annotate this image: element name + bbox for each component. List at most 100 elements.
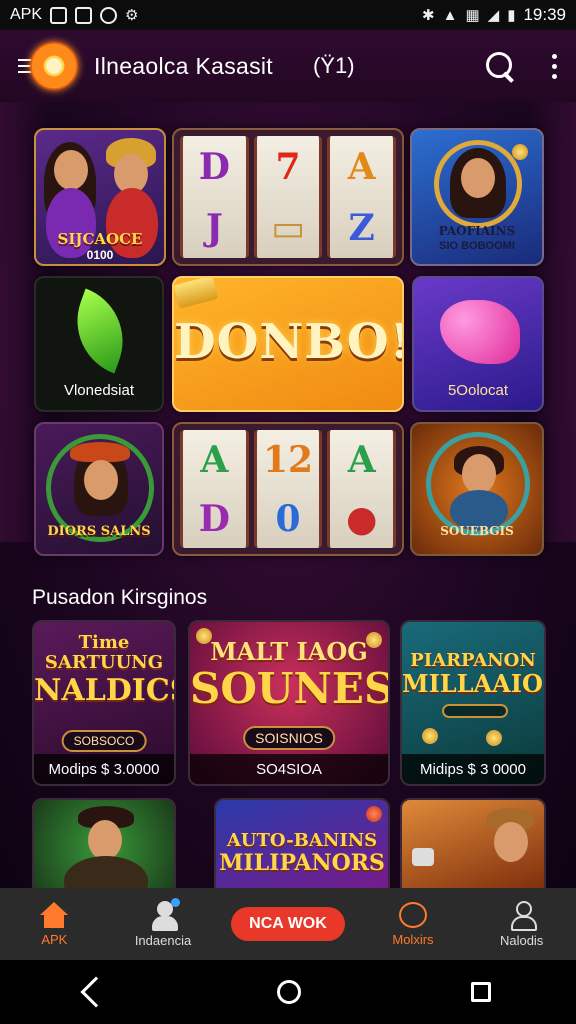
cta-button[interactable]: NCA WOK — [231, 907, 345, 941]
card-pill: SOISNIOS — [243, 726, 335, 750]
recents-icon[interactable] — [471, 982, 491, 1002]
reel-symbol: J — [205, 206, 223, 249]
card-footer: Modips $ 3.0000 — [34, 754, 174, 784]
game-card-millaaios[interactable]: PIARPANON MILLAAIOS Midips $ 3 0000 — [400, 620, 546, 786]
battery-icon: ▮ — [507, 7, 516, 24]
gold-bar-icon — [174, 278, 219, 309]
home-circle-icon[interactable] — [277, 980, 301, 1004]
card-footer-text: Midips $ 3 0000 — [420, 760, 526, 778]
game-tile-souebgis[interactable]: SOUEBGIS — [410, 422, 544, 556]
more-options-icon[interactable] — [552, 53, 558, 79]
nav-notify-label: Indaencia — [134, 932, 192, 948]
reel-symbol: ▭ — [271, 206, 306, 249]
slot-reels: D J 7 ▭ A Z — [180, 136, 397, 258]
tile-caption: PAOFIAINS — [438, 224, 516, 238]
slot-reels: A D 12 0 A ● — [180, 430, 397, 548]
game-tile-slot-reels-top[interactable]: D J 7 ▭ A Z — [172, 128, 404, 266]
back-icon[interactable] — [80, 976, 112, 1008]
card-slider-decor — [442, 704, 508, 718]
tile-caption: 5Oolocat — [447, 382, 509, 399]
nav-item-chat[interactable]: Molxirs — [359, 901, 468, 947]
android-icon: ⚙ — [125, 7, 139, 24]
game-tile-5oolocat[interactable]: 5Oolocat — [412, 276, 544, 412]
coin-icon — [422, 728, 438, 744]
game-card-milipanors[interactable]: AUTO-BANINS MILIPANORS — [214, 798, 390, 888]
app-logo[interactable] — [30, 42, 78, 90]
character-face — [54, 150, 88, 190]
bottom-nav: APK Indaencia NCA WOK Molxirs Nalodis — [0, 888, 576, 960]
profile-icon — [509, 900, 537, 931]
nav-profile-label: Nalodis — [499, 932, 544, 948]
card-footer: Midips $ 3 0000 — [402, 754, 544, 784]
status-bar: APK ⚙ ✱ ▲ ▦ ◢ ▮ 19:39 — [0, 0, 576, 30]
app-bar: Ilneaolca Kasasit (Ÿ1) — [0, 30, 576, 102]
tile-subcaption: SIO BOBOOMI — [439, 240, 515, 252]
card-footer-text: SO4SIOA — [256, 760, 322, 778]
character-face — [462, 454, 496, 494]
section-title: Pusadon Kirsginos — [32, 586, 208, 609]
character-face — [88, 820, 122, 860]
character-face — [494, 822, 528, 862]
game-tile-vlonedsiat[interactable]: Vlonedsiat — [34, 276, 164, 412]
nav-chat-label: Molxirs — [392, 931, 434, 947]
card-title-small: PIARPANON — [410, 650, 536, 671]
reel-symbol: 7 — [275, 145, 301, 188]
game-card-naldics[interactable]: Time SARTUUNG NALDICS SOBSOCO Modips $ 3… — [32, 620, 176, 786]
reel-symbol: D — [198, 497, 230, 540]
reel-symbol: A — [347, 438, 376, 481]
status-apk-label: APK — [10, 6, 43, 23]
slot-reel: 12 0 — [253, 430, 323, 548]
game-card-sounes[interactable]: MALT IAOG SOUNES SOISNIOS SO4SIOA — [188, 620, 390, 786]
nav-item-home[interactable]: APK — [0, 901, 109, 947]
status-time: 19:39 — [523, 5, 566, 24]
character-body — [64, 856, 148, 888]
game-tile-slot-reels-bottom[interactable]: A D 12 0 A ● — [172, 422, 404, 556]
nav-home-label: APK — [41, 931, 68, 947]
reel-symbol: ● — [345, 497, 378, 540]
game-card-character-2[interactable] — [400, 798, 546, 888]
search-icon[interactable] — [484, 50, 516, 82]
game-tile-paofiains[interactable]: PAOFIAINS SIO BOBOOMI — [410, 128, 544, 266]
slot-reel: A D — [180, 430, 249, 548]
card-footer: SO4SIOA — [190, 754, 388, 784]
card-title-small: AUTO-BANINS — [226, 830, 378, 851]
reel-symbol: 0 — [275, 497, 301, 540]
character-face — [461, 158, 495, 198]
reel-symbol: D — [198, 145, 230, 188]
tile-caption: DIORS SALNS — [47, 524, 151, 539]
card-title-big: MILLAAIOS — [402, 669, 546, 698]
card-footer-text: Modips $ 3.0000 — [48, 760, 160, 778]
nav-item-notifications[interactable]: Indaencia — [109, 897, 218, 948]
game-tile-sijcaoce[interactable]: SIJCAOCE 0100 — [34, 128, 166, 266]
character-face — [84, 460, 118, 500]
nav-item-cta[interactable]: NCA WOK — [217, 907, 358, 941]
green-leaf-icon — [61, 288, 139, 374]
vibrate-icon: ▦ — [465, 7, 480, 24]
game-card-character-1[interactable] — [32, 798, 176, 888]
card-title-small: MALT IAOG — [210, 637, 368, 666]
game-tile-diors-salns[interactable]: DIORS SALNS — [34, 422, 164, 556]
main-content: SIJCAOCE 0100 D J 7 ▭ A Z PAOFIAINS SIO … — [0, 102, 576, 888]
card-title-big: SOUNES — [190, 664, 390, 713]
card-title-big: MILIPANORS — [219, 850, 385, 876]
card-title-mid: SARTUUNG — [44, 652, 164, 673]
reel-symbol: 12 — [262, 438, 314, 481]
game-tile-bonus[interactable]: DONBO! — [172, 276, 404, 412]
app-title: Ilneaolca Kasasit — [94, 52, 273, 79]
app-badge: (Ÿ1) — [312, 53, 355, 78]
slot-reel: D J — [180, 136, 249, 258]
reel-symbol: A — [200, 438, 229, 481]
coin-icon — [512, 144, 528, 160]
wifi-icon: ▲ — [442, 6, 458, 24]
tile-subcaption: 0100 — [86, 248, 114, 262]
slot-reel: A ● — [327, 430, 397, 548]
candy-icon — [440, 300, 520, 364]
card-title-big: NALDICS — [34, 673, 176, 708]
hat-shape — [70, 442, 130, 462]
image-icon — [50, 6, 68, 24]
home-icon — [39, 901, 69, 928]
nav-item-profile[interactable]: Nalodis — [467, 900, 576, 948]
coin-icon — [486, 730, 502, 746]
reel-symbol: Z — [348, 206, 375, 249]
notification-dot — [171, 897, 180, 907]
